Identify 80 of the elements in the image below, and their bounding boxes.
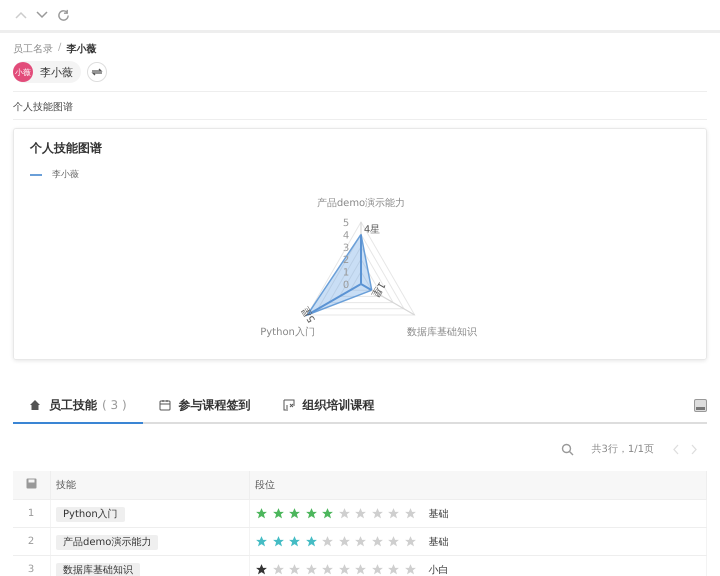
value-label: 5星 [300, 304, 318, 324]
calendar-icon [158, 399, 171, 411]
value-label: 4星 [364, 224, 380, 236]
star-icon [304, 563, 318, 576]
tick-label: 4 [342, 230, 350, 242]
tab[interactable]: 员工技能 ( 3 ) [13, 388, 143, 424]
pager-summary: 共3行，1/1页 [592, 442, 654, 456]
column-header: 段位 [255, 480, 275, 491]
search-icon[interactable] [560, 442, 574, 456]
axis-label: Python入门 [260, 327, 315, 338]
skill-tag: 产品demo演示能力 [56, 534, 158, 550]
legend-line-icon [30, 174, 42, 176]
tick-label: 0 [342, 280, 350, 291]
axis-label: 数据库基础知识 [407, 327, 478, 338]
star-icon [288, 535, 301, 548]
star-icon [321, 563, 334, 576]
star-icon [288, 507, 301, 520]
skill-tag: 数据库基础知识 [56, 562, 140, 576]
level-name: 基础 [428, 508, 448, 520]
star-icon [354, 507, 367, 520]
down-icon[interactable] [36, 11, 48, 19]
chart-title: 个人技能图谱 [28, 140, 103, 157]
avatar: 小薇 [13, 62, 33, 82]
star-icon [370, 507, 384, 520]
star-icon [387, 507, 400, 520]
previous-page-icon[interactable] [672, 444, 680, 454]
tick-label: 5 [342, 218, 350, 229]
star-icon [404, 507, 416, 520]
star-rating[interactable] [255, 563, 416, 576]
tick-label: 2 [342, 255, 350, 266]
star-icon [338, 535, 350, 548]
star-icon [272, 507, 284, 520]
person-name: 李小薇 [40, 64, 73, 80]
home-icon [29, 399, 41, 411]
next-page-icon[interactable] [690, 444, 698, 454]
star-rating[interactable] [255, 535, 416, 548]
star-icon [304, 535, 318, 548]
breadcrumb-separator: / [58, 42, 62, 55]
switch-button[interactable] [87, 62, 107, 82]
star-icon [288, 563, 301, 576]
breadcrumb-current: 李小薇 [66, 42, 96, 56]
star-icon [370, 563, 384, 576]
star-icon [338, 563, 350, 576]
star-icon [354, 535, 367, 548]
up-icon[interactable] [15, 11, 27, 19]
tab[interactable]: 组织培训课程 [266, 388, 391, 424]
star-icon [321, 535, 334, 548]
legend-label[interactable]: 李小薇 [52, 168, 79, 181]
star-icon [354, 563, 367, 576]
section-title: 个人技能图谱 [13, 91, 707, 120]
swap-icon [91, 67, 103, 77]
panel-icon[interactable] [694, 398, 707, 412]
column-header: 技能 [56, 480, 76, 491]
star-icon [272, 563, 284, 576]
person-chip[interactable]: 小薇 李小薇 [13, 61, 81, 83]
star-icon [272, 535, 284, 548]
level-name: 基础 [428, 536, 448, 548]
star-icon [404, 535, 416, 548]
row-number: 2 [28, 536, 34, 547]
star-icon [304, 507, 318, 520]
tick-label: 1 [342, 268, 350, 279]
save-icon[interactable] [26, 478, 36, 489]
star-rating[interactable] [255, 507, 416, 520]
breadcrumb-link[interactable]: 员工名录 [13, 42, 53, 56]
board-icon [282, 399, 295, 411]
star-icon [387, 535, 400, 548]
skill-tag: Python入门 [56, 506, 125, 522]
star-icon [338, 507, 350, 520]
row-number: 1 [28, 508, 34, 519]
tick-label: 3 [342, 242, 350, 254]
star-icon [387, 563, 400, 576]
axis-label: 产品demo演示能力 [316, 198, 406, 209]
refresh-icon[interactable] [57, 8, 70, 22]
level-name: 小白 [428, 564, 448, 576]
tab[interactable]: 参与课程签到 [142, 388, 267, 424]
star-icon [321, 507, 334, 520]
row-number: 3 [28, 564, 34, 575]
star-icon [370, 535, 384, 548]
value-label: 1星 [369, 280, 387, 300]
star-icon [404, 563, 416, 576]
